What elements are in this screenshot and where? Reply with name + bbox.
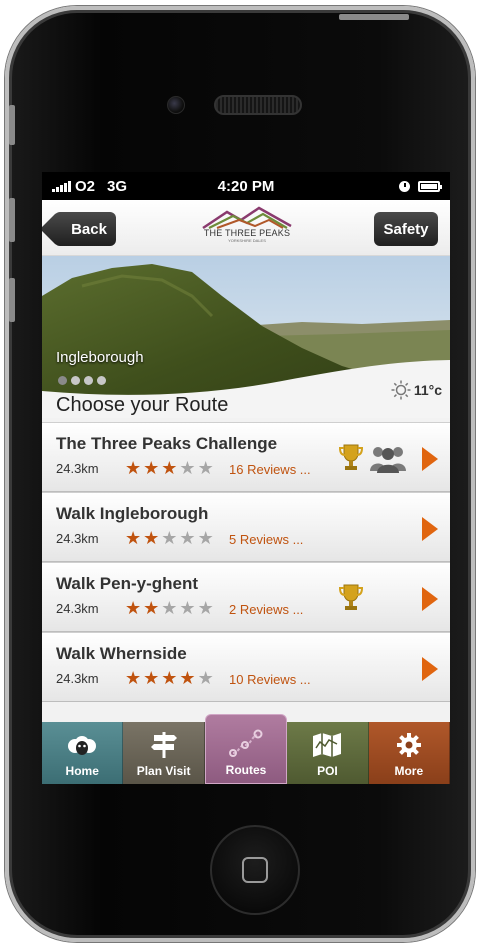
page-indicator[interactable]	[58, 376, 106, 385]
star-empty-icon: ★	[179, 528, 196, 548]
route-row[interactable]: Walk Pen-y-ghent 24.3km ★ ★ ★ ★ ★ 2 Revi…	[42, 562, 450, 632]
star-filled-icon: ★	[143, 458, 160, 478]
star-empty-icon: ★	[197, 668, 214, 688]
volume-up-button	[9, 198, 15, 242]
star-empty-icon: ★	[179, 458, 196, 478]
reviews-link[interactable]: 10 Reviews ...	[229, 672, 311, 687]
route-distance: 24.3km	[56, 461, 99, 476]
back-button[interactable]: Back	[54, 212, 116, 246]
reviews-link[interactable]: 2 Reviews ...	[229, 602, 303, 617]
star-filled-icon: ★	[143, 668, 160, 688]
tab-label: Routes	[225, 763, 267, 777]
route-icon	[229, 729, 263, 757]
tab-label: Plan Visit	[136, 764, 191, 778]
earpiece-speaker	[214, 95, 302, 115]
page-dot[interactable]	[97, 376, 106, 385]
status-time: 4:20 PM	[217, 177, 275, 195]
hero-location-label: Ingleborough	[56, 349, 144, 366]
star-empty-icon: ★	[161, 528, 178, 548]
logo-subtitle: YORKSHIRE DALES	[228, 238, 266, 243]
home-button[interactable]	[210, 825, 300, 915]
gear-icon	[396, 733, 421, 757]
route-row[interactable]: Walk Ingleborough 24.3km ★ ★ ★ ★ ★ 5 Rev…	[42, 492, 450, 562]
chevron-right-icon[interactable]	[422, 447, 438, 471]
route-distance: 24.3km	[56, 601, 99, 616]
star-filled-icon: ★	[143, 528, 160, 548]
star-filled-icon: ★	[179, 668, 196, 688]
page-dot[interactable]	[71, 376, 80, 385]
safety-button[interactable]: Safety	[374, 212, 438, 246]
star-empty-icon: ★	[179, 598, 196, 618]
sheep-icon	[68, 736, 97, 755]
page-dot[interactable]	[84, 376, 93, 385]
sun-icon	[391, 380, 411, 400]
tab-home[interactable]: Home	[42, 722, 124, 784]
route-title: Walk Ingleborough	[56, 504, 209, 523]
route-row[interactable]: Walk Whernside 24.3km ★ ★ ★ ★ ★ 10 Revie…	[42, 632, 450, 702]
alarm-clock-icon	[399, 180, 410, 192]
chevron-right-icon[interactable]	[422, 657, 438, 681]
tab-more[interactable]: More	[368, 722, 450, 784]
three-peaks-logo: THE THREE PEAKS YORKSHIRE DALES	[192, 204, 302, 252]
star-filled-icon: ★	[125, 598, 142, 618]
star-filled-icon: ★	[143, 598, 160, 618]
logo-title: THE THREE PEAKS	[203, 228, 291, 238]
section-heading: Choose your Route	[56, 394, 229, 416]
reviews-link[interactable]: 16 Reviews ...	[229, 462, 311, 477]
star-filled-icon: ★	[161, 668, 178, 688]
network-label: 3G	[107, 177, 128, 195]
weather-widget: 11°c	[391, 380, 442, 400]
tab-poi[interactable]: POI	[287, 722, 369, 784]
route-list: The Three Peaks Challenge 24.3km ★ ★ ★ ★…	[42, 422, 450, 702]
star-filled-icon: ★	[125, 458, 142, 478]
peaks-logo-icon	[202, 206, 292, 230]
map-icon	[313, 733, 342, 757]
chevron-right-icon[interactable]	[422, 587, 438, 611]
tab-label: POI	[317, 764, 338, 778]
star-empty-icon: ★	[197, 528, 214, 548]
group-icon	[370, 447, 406, 473]
star-empty-icon: ★	[197, 458, 214, 478]
tab-plan-visit[interactable]: Plan Visit	[123, 722, 205, 784]
star-empty-icon: ★	[161, 598, 178, 618]
trophy-icon	[338, 444, 364, 470]
volume-down-button	[9, 278, 15, 322]
tab-routes[interactable]: Routes	[204, 714, 288, 784]
temperature-label: 11°c	[413, 382, 442, 398]
route-distance: 24.3km	[56, 531, 99, 546]
star-rating: ★ ★ ★ ★ ★	[125, 598, 214, 619]
reviews-link[interactable]: 5 Reviews ...	[229, 532, 303, 547]
tab-label: More	[394, 764, 424, 778]
status-bar: O2 3G 4:20 PM	[42, 172, 450, 200]
route-title: The Three Peaks Challenge	[56, 434, 278, 453]
nav-bar: Back THE THREE PEAKS YORKSHIRE DALES Saf…	[42, 200, 450, 256]
star-rating: ★ ★ ★ ★ ★	[125, 528, 214, 549]
trophy-icon	[338, 584, 364, 610]
star-rating: ★ ★ ★ ★ ★	[125, 458, 214, 479]
route-distance: 24.3km	[56, 671, 99, 686]
page-dot[interactable]	[58, 376, 67, 385]
app-screen: O2 3G 4:20 PM Back THE THREE PEAKS YORKS…	[42, 172, 450, 784]
tab-label: Home	[65, 764, 99, 778]
tab-bar: Home Plan Visit Routes POI More	[42, 714, 450, 784]
route-row[interactable]: The Three Peaks Challenge 24.3km ★ ★ ★ ★…	[42, 422, 450, 492]
battery-icon	[418, 180, 442, 192]
signal-icon	[52, 180, 71, 192]
carrier-label: O2	[75, 177, 96, 195]
route-title: Walk Pen-y-ghent	[56, 574, 198, 593]
star-rating: ★ ★ ★ ★ ★	[125, 668, 214, 689]
mute-switch	[9, 105, 15, 145]
star-filled-icon: ★	[125, 528, 142, 548]
power-button	[339, 14, 409, 20]
star-filled-icon: ★	[125, 668, 142, 688]
star-filled-icon: ★	[161, 458, 178, 478]
star-empty-icon: ★	[197, 598, 214, 618]
front-camera	[167, 96, 185, 114]
signpost-icon	[150, 732, 177, 758]
chevron-right-icon[interactable]	[422, 517, 438, 541]
route-title: Walk Whernside	[56, 644, 187, 663]
